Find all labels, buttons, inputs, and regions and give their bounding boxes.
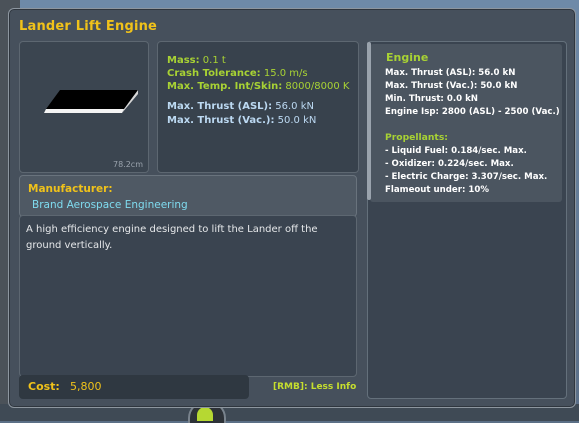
cost-value: 5,800 xyxy=(70,380,102,393)
cost-bar: Cost: 5,800 xyxy=(19,375,249,399)
stat-thrust-asl-label: Max. Thrust (ASL): xyxy=(167,101,273,112)
stat-thrust-asl-value: 56.0 kN xyxy=(275,101,314,112)
stat-temp-label: Max. Temp. Int/Skin: xyxy=(167,81,283,92)
stat-crash-value: 15.0 m/s xyxy=(263,68,308,79)
kerbal-icon xyxy=(197,407,213,421)
cost-label: Cost: xyxy=(28,380,60,393)
stat-mass-value: 0.1 t xyxy=(202,55,226,66)
part-thumbnail: 78.2cm xyxy=(19,41,149,173)
part-stats-panel: Mass: 0.1 t Crash Tolerance: 15.0 m/s Ma… xyxy=(157,41,359,173)
manufacturer-name: Brand Aerospace Engineering xyxy=(32,199,188,211)
stat-mass-label: Mass: xyxy=(167,55,200,66)
engine-title: Engine xyxy=(386,51,429,64)
part-model-icon xyxy=(44,90,138,113)
propellant-line: - Oxidizer: 0.224/sec. Max. xyxy=(385,159,514,169)
part-title: Lander Lift Engine xyxy=(19,19,158,34)
manufacturer-panel: Manufacturer: Brand Aerospace Engineerin… xyxy=(19,175,357,217)
part-info-window: Lander Lift Engine 78.2cm Mass: 0.1 t Cr… xyxy=(8,8,576,408)
stat-crash-label: Crash Tolerance: xyxy=(167,68,261,79)
stat-thrust-vac-value: 50.0 kN xyxy=(277,115,317,126)
stat-mass: Mass: 0.1 t xyxy=(167,54,226,67)
part-size-label: 78.2cm xyxy=(112,160,143,169)
stat-thrust-asl: Max. Thrust (ASL): 56.0 kN xyxy=(167,100,314,113)
description-text: A high efficiency engine designed to lif… xyxy=(26,224,318,251)
flameout-line: Flameout under: 10% xyxy=(385,185,489,195)
engine-tab-indicator xyxy=(367,42,371,200)
engine-module-card: Engine Max. Thrust (ASL): 56.0 kN Max. T… xyxy=(370,44,562,202)
engine-line: Max. Thrust (ASL): 56.0 kN xyxy=(385,68,516,78)
stat-temp-value: 8000/8000 K xyxy=(285,81,350,92)
engine-line: Min. Thrust: 0.0 kN xyxy=(385,94,478,104)
propellant-line: - Liquid Fuel: 0.184/sec. Max. xyxy=(385,146,527,156)
engine-module-panel[interactable]: Engine Max. Thrust (ASL): 56.0 kN Max. T… xyxy=(367,41,567,399)
manufacturer-label: Manufacturer: xyxy=(28,183,113,195)
propellant-line: - Electric Charge: 3.307/sec. Max. xyxy=(385,172,548,182)
engine-line: Max. Thrust (Vac.): 50.0 kN xyxy=(385,81,518,91)
stat-crash-tolerance: Crash Tolerance: 15.0 m/s xyxy=(167,67,308,80)
stat-thrust-vac-label: Max. Thrust (Vac.): xyxy=(167,115,275,126)
description-panel[interactable]: A high efficiency engine designed to lif… xyxy=(19,215,357,377)
engine-line: Engine Isp: 2800 (ASL) - 2500 (Vac.) xyxy=(385,107,560,117)
rmb-less-info-hint[interactable]: [RMB]: Less Info xyxy=(273,382,356,392)
propellants-title: Propellants: xyxy=(385,132,448,143)
stat-max-temp: Max. Temp. Int/Skin: 8000/8000 K xyxy=(167,80,349,93)
stat-thrust-vac: Max. Thrust (Vac.): 50.0 kN xyxy=(167,114,316,127)
